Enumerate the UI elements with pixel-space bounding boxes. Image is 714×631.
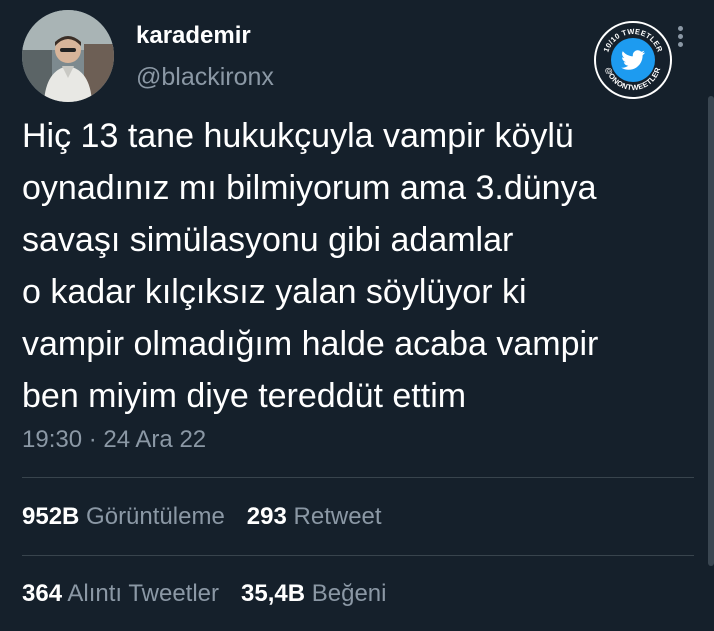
stats-row-quotes-likes: 364 Alıntı Tweetler 35,4B Beğeni <box>22 578 386 610</box>
views-count: 952B <box>22 503 80 530</box>
likes-stat[interactable]: 35,4B Beğeni <box>241 580 386 607</box>
quotes-count: 364 <box>22 580 63 607</box>
avatar-photo <box>22 10 114 102</box>
likes-label: Beğeni <box>311 580 387 607</box>
quotes-stat[interactable]: 364 Alıntı Tweetler <box>22 580 219 607</box>
tweet-card: karademir @blackironx 10/10 TWEETLER @ON… <box>0 0 714 631</box>
more-vertical-icon[interactable] <box>674 26 686 52</box>
stats-row-views-retweets: 952B Görüntüleme 293 Retweet <box>22 501 382 533</box>
tweet-timestamp[interactable]: 19:30 · 24 Ara 22 <box>22 424 206 456</box>
views-label: Görüntüleme <box>86 503 225 530</box>
likes-count: 35,4B <box>241 580 306 607</box>
divider <box>22 477 694 478</box>
avatar[interactable] <box>22 10 114 102</box>
user-handle[interactable]: @blackironx <box>136 61 274 93</box>
retweets-stat[interactable]: 293 Retweet <box>247 503 382 530</box>
tweet-text: Hiç 13 tane hukukçuyla vampir köylü oyna… <box>22 117 599 415</box>
quotes-label: Alıntı Tweetler <box>67 580 220 607</box>
twitter-bird-icon: 10/10 TWEETLER @ONONTWEETLER <box>594 21 672 99</box>
views-stat[interactable]: 952B Görüntüleme <box>22 503 225 530</box>
divider <box>22 555 694 556</box>
retweets-label: Retweet <box>293 503 382 530</box>
display-name[interactable]: karademir <box>136 20 251 52</box>
retweets-count: 293 <box>246 503 287 530</box>
scrollbar[interactable] <box>708 96 714 566</box>
